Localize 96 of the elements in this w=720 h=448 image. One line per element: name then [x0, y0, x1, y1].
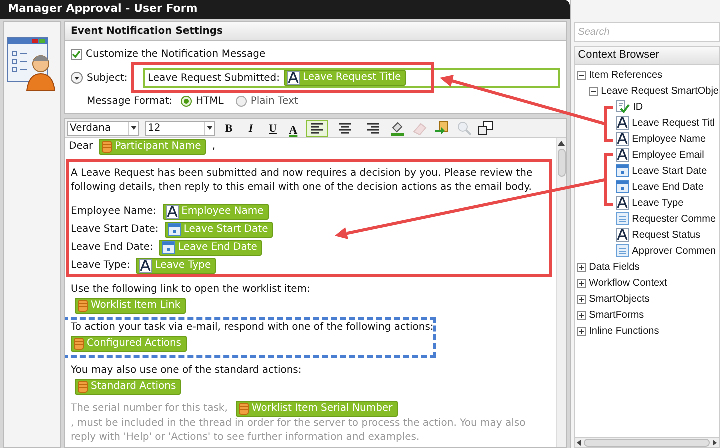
collapse-icon[interactable] [577, 70, 586, 80]
tree-item[interactable]: Leave Request Titl [632, 116, 715, 130]
memo-icon [616, 212, 630, 226]
body-text: To action your task via e-mail, respond with one of the following actions: [71, 321, 433, 335]
tree-item[interactable]: Data Fields [589, 260, 640, 274]
checkbox[interactable] [71, 49, 82, 60]
bracket [604, 106, 613, 142]
database-icon [102, 140, 112, 154]
format-button[interactable]: U [265, 120, 281, 136]
align-right-icon [364, 120, 381, 136]
font-color-button[interactable]: A [287, 120, 300, 136]
calendar-icon [616, 164, 630, 178]
text-field-icon [616, 196, 630, 210]
scroll-up-icon[interactable] [558, 141, 566, 146]
text-field-icon [616, 116, 630, 130]
expand-icon[interactable] [577, 310, 586, 320]
format-label: Message Format: [86, 95, 174, 109]
horizontal-scrollbar[interactable] [574, 437, 720, 448]
format-button[interactable]: B [221, 120, 237, 136]
calendar-icon [162, 240, 176, 254]
memo-icon [616, 244, 630, 258]
note-text: , must be included in the thread in order for the server to process the action. You may also reply with 'Help' or 'Actions' to see further information and examples. [71, 417, 527, 445]
tree-item[interactable]: Employee Name [632, 132, 706, 146]
tree-item[interactable]: Leave Start Date [632, 164, 708, 178]
align-button[interactable] [306, 120, 328, 136]
database-icon [238, 402, 249, 416]
body-paragraph: A Leave Request has been submitted and now requires a decision by you. Please review the following details, then reply to this email with one of the decision actions as the email body. [71, 167, 534, 195]
text-field-icon [616, 132, 630, 146]
window-title: Manager Approval - User Form [8, 1, 198, 18]
format-button[interactable]: I [243, 120, 259, 136]
subject-label: Subject: [87, 72, 129, 86]
database-icon [78, 298, 88, 312]
calendar-icon [168, 222, 181, 236]
body-text: Use the following link to open the worklist item: [71, 283, 312, 297]
calendar-icon [616, 180, 630, 194]
tree-item[interactable]: Item References [589, 68, 663, 82]
radio-label: Plain Text [250, 95, 298, 109]
tree-item[interactable]: Leave Type [632, 196, 684, 210]
tree-item[interactable]: ID [633, 100, 644, 114]
section-header: Event Notification Settings [64, 21, 568, 41]
radio-button[interactable] [236, 96, 247, 107]
field-label: Leave Type: [71, 258, 130, 272]
body-text: Dear [69, 140, 94, 154]
dropdown-icon[interactable] [71, 72, 83, 84]
bracket [604, 154, 613, 206]
fill-color-icon[interactable] [390, 120, 406, 136]
database-icon [74, 336, 84, 350]
checkmark-icon [72, 50, 81, 59]
text-field-icon [616, 228, 630, 242]
vertical-scrollbar[interactable] [556, 138, 566, 447]
tree-item[interactable]: SmartForms [589, 308, 644, 322]
align-left-icon [308, 120, 325, 136]
field-label: Employee Name: [71, 204, 157, 218]
size-select[interactable]: 12 [145, 120, 215, 136]
text-field-icon [616, 148, 630, 162]
caret-icon [206, 126, 212, 130]
field-label: Leave Start Date: [71, 222, 159, 236]
tree-item[interactable]: Leave End Date [632, 180, 704, 194]
popout-icon[interactable] [478, 120, 494, 136]
align-center-icon [336, 120, 353, 136]
radio-label: HTML [196, 95, 224, 109]
note-text: The serial number for this task, [71, 402, 228, 416]
radio-button[interactable] [181, 96, 192, 107]
tree-item[interactable]: Requester Comme [632, 212, 716, 226]
user-form-icon [7, 36, 57, 92]
caret-icon [130, 126, 136, 130]
panel-header: Context Browser [574, 46, 720, 65]
checkbox-label: Customize the Notification Message [86, 48, 266, 62]
tree-item[interactable]: Workflow Context [589, 276, 668, 290]
tree-item[interactable]: Inline Functions [589, 324, 660, 338]
tree-item[interactable]: SmartObjects [589, 292, 650, 306]
field-label: Leave End Date: [71, 240, 154, 254]
expand-icon[interactable] [577, 294, 586, 304]
tree-item[interactable]: Leave Request SmartObje [601, 84, 719, 98]
tree-item[interactable]: Approver Commen [632, 244, 716, 258]
expand-icon[interactable] [577, 326, 586, 336]
tree-item[interactable]: Employee Email [632, 148, 704, 162]
scroll-right-icon[interactable] [713, 440, 717, 446]
insert-field-icon[interactable] [434, 120, 450, 136]
text-field-icon [166, 204, 179, 218]
database-icon [78, 380, 88, 394]
font-select[interactable]: Verdana [67, 120, 139, 136]
expand-icon[interactable] [577, 262, 586, 272]
body-text: , [212, 140, 216, 154]
expand-icon[interactable] [577, 278, 586, 288]
tree-item[interactable]: Request Status [632, 228, 701, 242]
checked-document-icon [616, 100, 630, 114]
scroll-thumb[interactable] [558, 149, 566, 177]
collapse-icon[interactable] [589, 86, 598, 96]
search-field[interactable]: Search [574, 22, 720, 42]
subject-text: Leave Request Submitted: [148, 72, 280, 86]
text-field-icon [287, 71, 300, 85]
body-text: You may also use one of the standard actions: [71, 364, 303, 378]
subject-field[interactable]: Leave Request Submitted: Leave Request Title [143, 68, 560, 88]
scroll-left-icon[interactable] [577, 440, 582, 446]
text-field-icon [139, 258, 152, 272]
